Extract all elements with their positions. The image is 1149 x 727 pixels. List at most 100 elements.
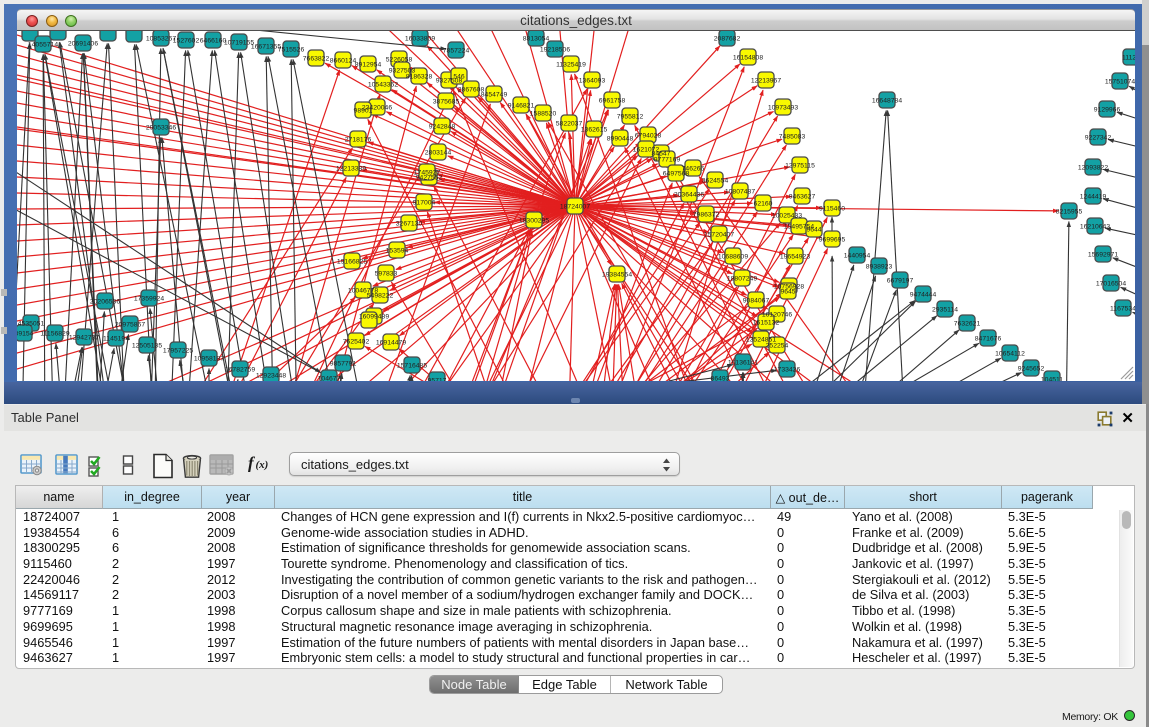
svg-text:(x): (x)	[256, 459, 269, 471]
svg-text:10688609: 10688609	[718, 254, 748, 261]
svg-text:6679197: 6679197	[887, 278, 914, 285]
svg-text:10025433: 10025433	[772, 213, 802, 220]
svg-text:11121: 11121	[1122, 55, 1135, 62]
svg-text:9645: 9645	[780, 289, 795, 296]
svg-text:1615132: 1615132	[753, 320, 780, 327]
svg-text:1440954: 1440954	[844, 253, 871, 260]
svg-text:8912954: 8912954	[355, 62, 382, 69]
svg-text:86493: 86493	[711, 376, 730, 381]
svg-text:10543362: 10543362	[368, 82, 398, 89]
svg-text:15751074: 15751074	[1105, 79, 1135, 86]
svg-text:9463627: 9463627	[789, 194, 816, 201]
svg-text:9777169: 9777169	[654, 157, 681, 164]
svg-text:7515526: 7515526	[278, 47, 305, 54]
svg-text:16136141: 16136141	[728, 360, 758, 367]
svg-text:16648784: 16648784	[872, 98, 902, 105]
svg-text:8938923: 8938923	[866, 264, 893, 271]
svg-text:8990448: 8990448	[607, 136, 634, 143]
svg-text:18807249: 18807249	[727, 276, 757, 283]
svg-text:1362615: 1362615	[581, 127, 608, 134]
svg-text:9699695: 9699695	[819, 237, 846, 244]
svg-text:597833: 597833	[375, 271, 398, 278]
svg-text:20206536: 20206536	[90, 299, 120, 306]
svg-text:2803144: 2803144	[425, 150, 452, 157]
svg-text:1244419: 1244419	[1080, 194, 1107, 201]
svg-text:7986372: 7986372	[693, 212, 720, 219]
svg-text:917004: 917004	[413, 200, 436, 207]
svg-text:8454749: 8454749	[481, 92, 508, 99]
svg-text:17957225: 17957225	[163, 348, 193, 355]
svg-text:7485083: 7485083	[779, 134, 806, 141]
svg-text:16914479: 16914479	[376, 340, 406, 347]
svg-text:3875685: 3875685	[433, 99, 460, 106]
svg-text:18300295: 18300295	[519, 218, 549, 225]
svg-text:12975115: 12975115	[785, 163, 815, 170]
svg-text:16033809: 16033809	[405, 36, 435, 43]
svg-text:39154: 39154	[17, 331, 34, 338]
svg-text:546: 546	[453, 74, 465, 81]
svg-text:16671355: 16671355	[251, 44, 281, 51]
svg-text:19166825: 19166825	[337, 259, 367, 266]
svg-text:19654923: 19654923	[780, 254, 810, 261]
svg-text:12923448: 12923448	[256, 373, 286, 380]
svg-text:11325419: 11325419	[556, 62, 586, 69]
svg-text:16154808: 16154808	[733, 55, 763, 62]
svg-text:1588520: 1588520	[530, 111, 557, 118]
svg-text:9245652: 9245652	[1018, 366, 1045, 373]
svg-text:9474444: 9474444	[910, 292, 937, 299]
svg-text:4535051: 4535051	[18, 321, 45, 328]
svg-text:1733426: 1733426	[774, 367, 801, 374]
svg-text:2087682: 2087682	[714, 36, 741, 43]
svg-text:10853267: 10853267	[146, 36, 176, 43]
svg-text:1527602: 1527602	[173, 38, 200, 45]
svg-text:62160: 62160	[754, 201, 773, 208]
svg-text:9115460: 9115460	[819, 206, 845, 213]
svg-text:6794028: 6794028	[635, 133, 662, 140]
svg-text:9146821: 9146821	[508, 103, 535, 110]
svg-text:7857224: 7857224	[443, 48, 470, 55]
svg-text:1364093: 1364093	[579, 78, 606, 85]
svg-text:104511: 104511	[1041, 377, 1063, 381]
svg-text:95717: 95717	[428, 378, 447, 381]
svg-text:7632621: 7632621	[954, 321, 981, 328]
svg-text:15720407: 15720407	[704, 232, 734, 239]
svg-text:16782759: 16782759	[225, 367, 255, 374]
svg-text:14055714: 14055714	[28, 42, 58, 49]
svg-text:3267130: 3267130	[396, 221, 423, 228]
svg-text:11156829: 11156829	[40, 331, 69, 338]
svg-text:153594: 153594	[386, 248, 409, 255]
svg-text:29053346: 29053346	[146, 125, 176, 132]
svg-text:12942737: 12942737	[69, 335, 99, 342]
svg-text:6961758: 6961758	[599, 98, 626, 105]
svg-text:8813054: 8813054	[523, 36, 550, 43]
svg-text:10719155: 10719155	[224, 40, 254, 47]
svg-text:16120746: 16120746	[762, 312, 792, 319]
svg-text:7663822: 7663822	[303, 56, 330, 63]
svg-text:17016504: 17016504	[1096, 281, 1126, 288]
svg-text:12093822: 12093822	[1078, 165, 1108, 172]
svg-text:16099489: 16099489	[359, 314, 389, 321]
svg-text:17359924: 17359924	[134, 296, 164, 303]
svg-text:252254: 252254	[766, 343, 789, 350]
svg-text:9129966: 9129966	[1094, 107, 1121, 114]
svg-text:8215955: 8215955	[1056, 209, 1083, 216]
svg-text:5822037: 5822037	[556, 121, 583, 128]
svg-text:12505135: 12505135	[132, 343, 162, 350]
svg-text:20691406: 20691406	[68, 41, 98, 48]
svg-text:1745927: 1745927	[414, 170, 441, 177]
svg-text:19384554: 19384554	[602, 272, 632, 279]
svg-text:10958187: 10958187	[194, 356, 224, 363]
svg-text:12213967: 12213967	[751, 78, 781, 85]
svg-text:2935114: 2935114	[932, 307, 958, 314]
svg-text:5226058: 5226058	[386, 57, 413, 64]
svg-text:7955812: 7955812	[617, 114, 644, 121]
svg-text:8186328: 8186328	[406, 74, 433, 81]
svg-text:19218506: 19218506	[540, 47, 570, 54]
svg-text:7625402: 7625402	[343, 339, 370, 346]
svg-text:3624554: 3624554	[702, 178, 729, 185]
svg-text:10973493: 10973493	[768, 105, 798, 112]
svg-text:20364436: 20364436	[674, 192, 704, 199]
svg-text:2718176: 2718176	[345, 137, 372, 144]
svg-text:18724007: 18724007	[560, 204, 590, 211]
svg-text:9227342: 9227342	[1085, 135, 1112, 142]
